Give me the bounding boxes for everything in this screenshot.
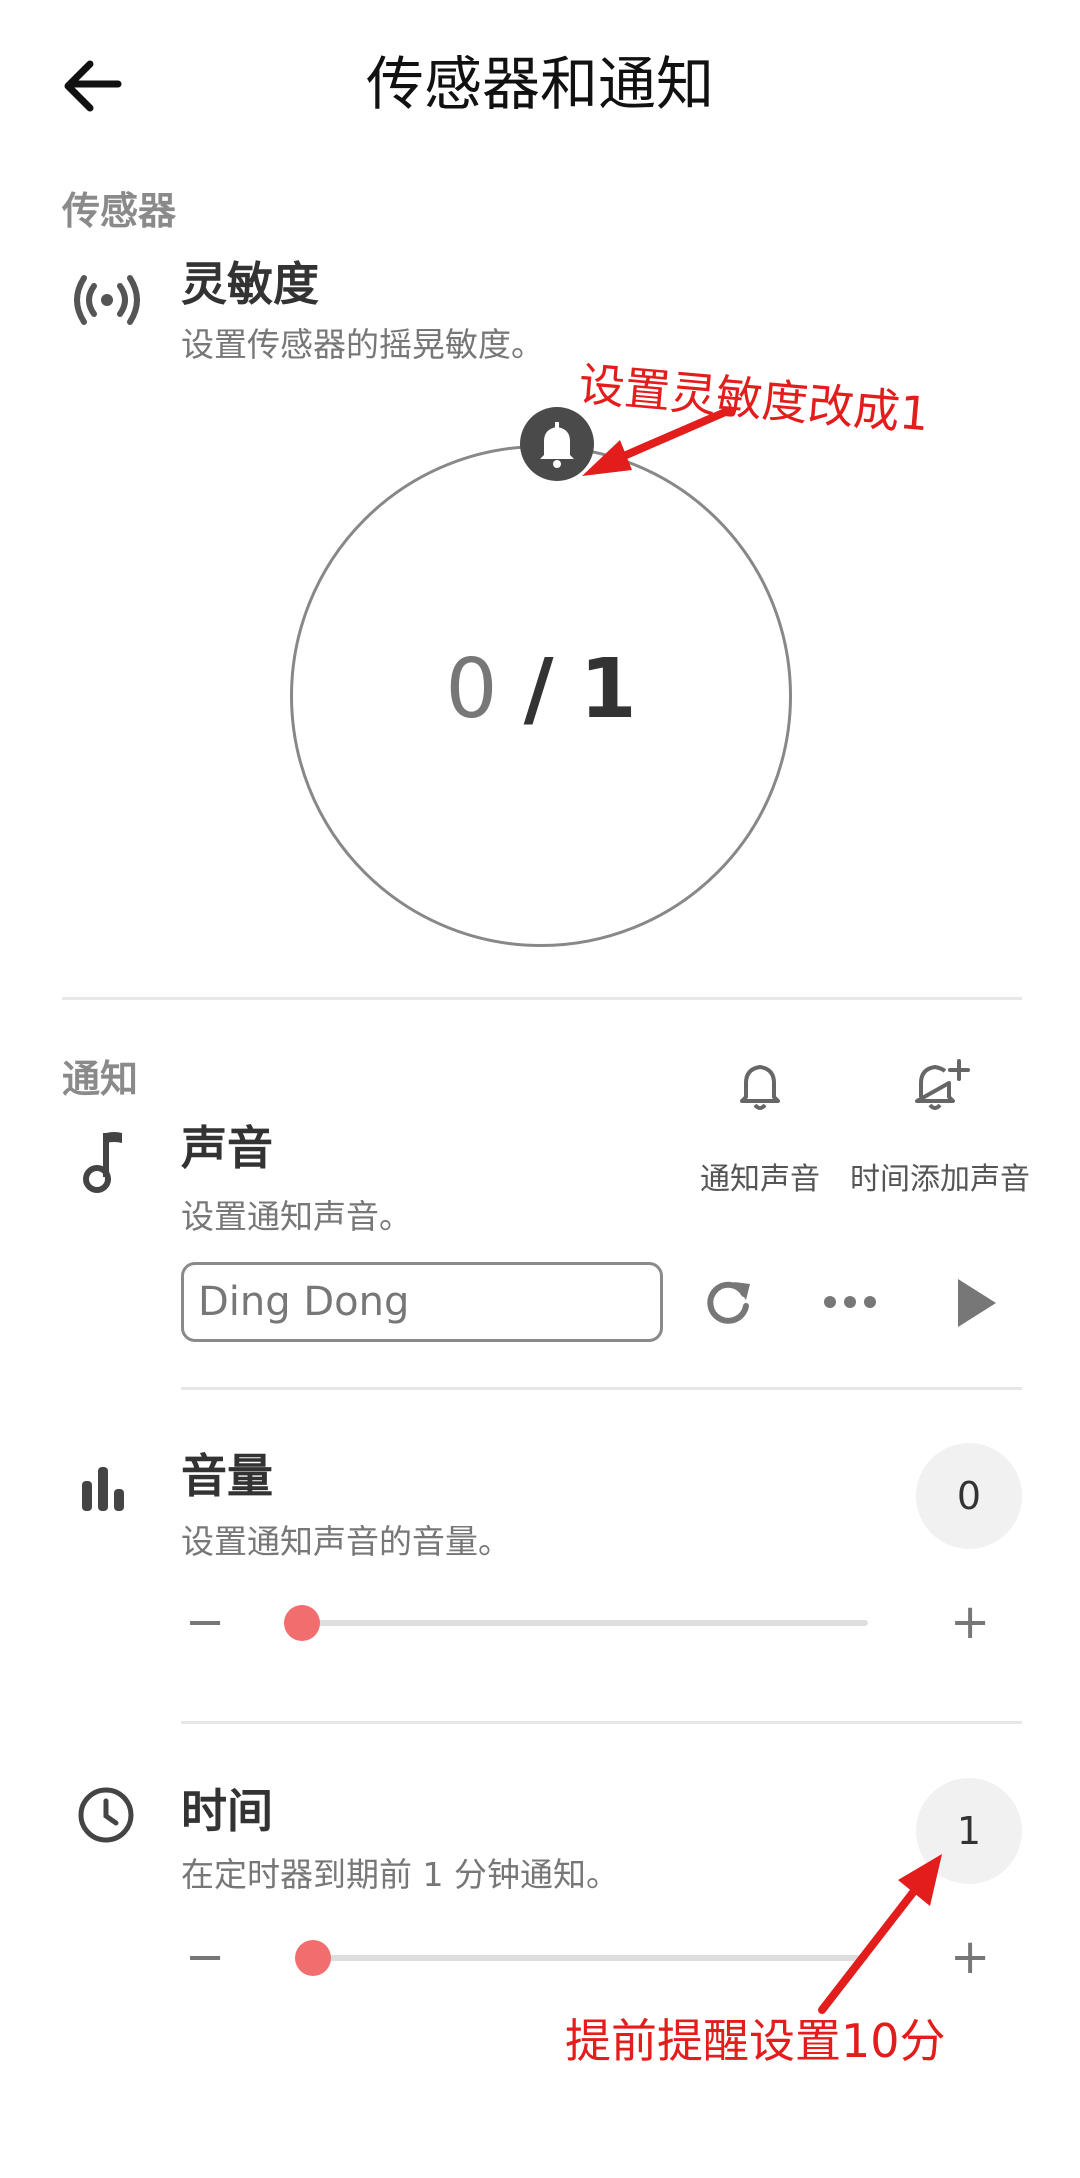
volume-decrease-button[interactable]: − (185, 1592, 225, 1652)
section-divider (62, 997, 1022, 1000)
row-divider (181, 1387, 1022, 1390)
page-title: 传感器和通知 (365, 50, 714, 118)
sensitivity-value-display: 0 / 1 (290, 630, 792, 750)
time-description: 在定时器到期前 1 分钟通知。 (181, 1855, 619, 1894)
sound-title: 声音 (181, 1121, 273, 1175)
refresh-icon (707, 1281, 750, 1324)
sound-description: 设置通知声音。 (181, 1197, 412, 1236)
sensitivity-title: 灵敏度 (181, 257, 319, 311)
sensitivity-separator: / (523, 642, 554, 737)
annotation-arrow-icon (818, 1854, 942, 2014)
notification-sound-action[interactable] (700, 1055, 820, 1119)
time-decrease-button[interactable]: − (185, 1927, 225, 1987)
more-horizontal-icon (824, 1296, 876, 1308)
volume-increase-button[interactable]: + (950, 1592, 990, 1652)
row-divider (181, 1721, 1022, 1724)
bell-outline-icon (740, 1065, 780, 1110)
play-icon (958, 1279, 996, 1327)
bell-plus-icon (915, 1059, 970, 1110)
volume-slider-track[interactable] (302, 1620, 868, 1626)
volume-value-badge: 0 (916, 1443, 1022, 1549)
play-button[interactable] (950, 1275, 1000, 1331)
annotation-time: 提前提醒设置10分 (565, 2014, 946, 2068)
volume-bars-icon (80, 1465, 130, 1511)
volume-title: 音量 (181, 1449, 273, 1503)
annotation-arrow-icon (582, 406, 734, 476)
volume-description: 设置通知声音的音量。 (181, 1522, 511, 1561)
section-label-sensor: 传感器 (62, 189, 177, 233)
clock-icon (76, 1785, 136, 1845)
reset-button[interactable] (698, 1272, 758, 1332)
sound-name-field[interactable]: Ding Dong (181, 1262, 663, 1342)
time-slider-track[interactable] (302, 1955, 868, 1961)
notification-sound-label: 通知声音 (700, 1162, 820, 1197)
sensitivity-description: 设置传感器的摇晃敏度。 (181, 325, 544, 364)
time-slider-thumb[interactable] (295, 1940, 332, 1976)
sensitivity-max: 1 (579, 642, 637, 737)
section-label-notification: 通知 (62, 1057, 139, 1101)
volume-slider-thumb[interactable] (284, 1605, 320, 1641)
sensitivity-current: 0 (445, 642, 498, 737)
time-add-sound-action[interactable] (880, 1055, 1000, 1119)
sensor-signal-icon (72, 270, 142, 330)
music-note-icon (80, 1125, 130, 1195)
time-title: 时间 (181, 1784, 273, 1838)
more-options-button[interactable] (820, 1282, 880, 1322)
time-add-sound-label: 时间添加声音 (850, 1162, 1030, 1197)
